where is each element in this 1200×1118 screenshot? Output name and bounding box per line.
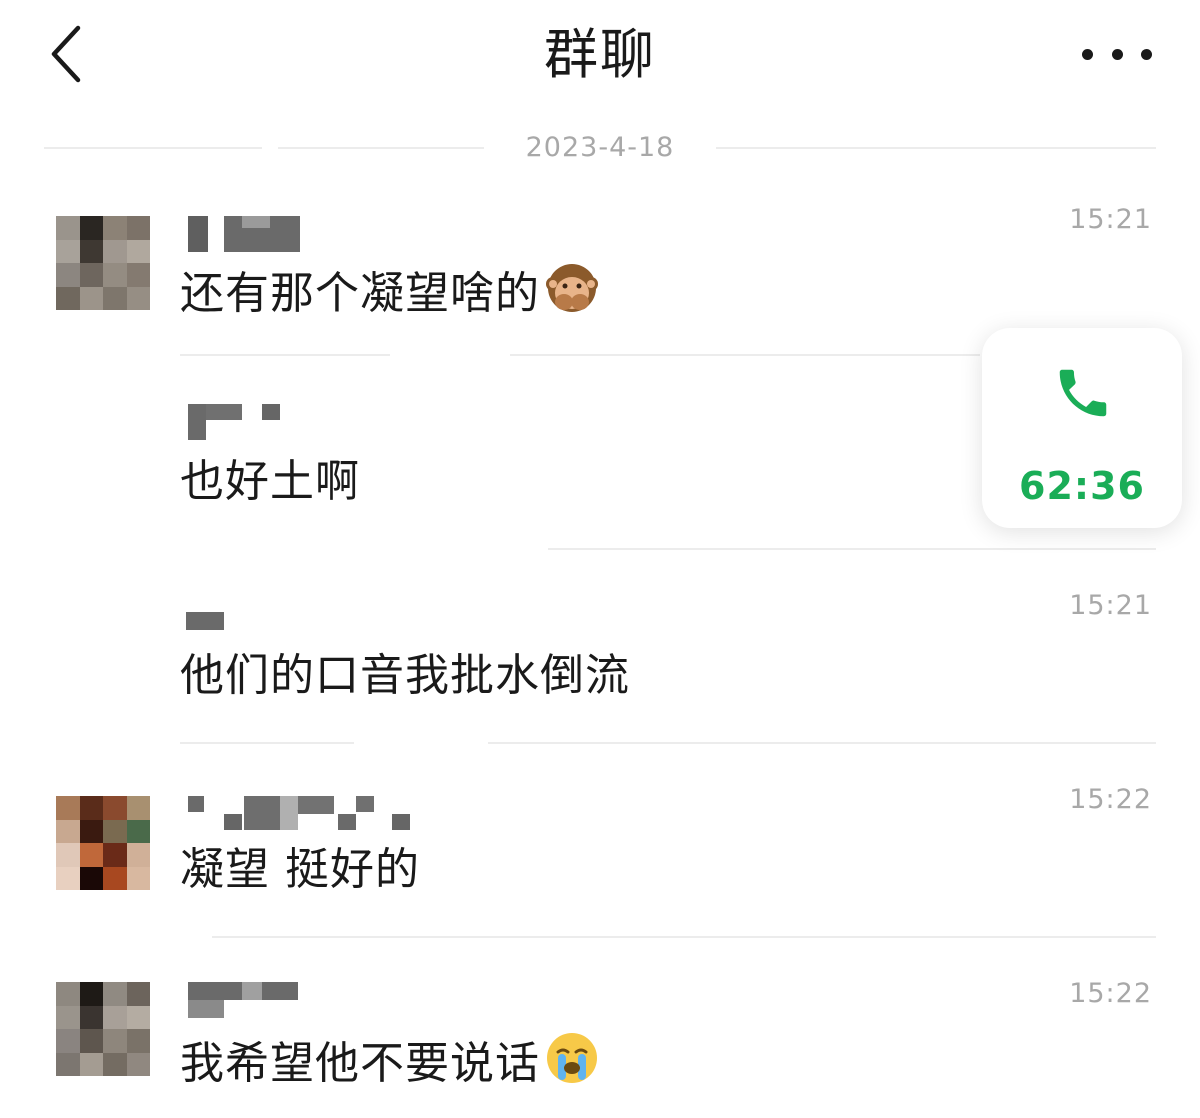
message-separator — [180, 742, 354, 744]
see-no-evil-monkey-emoji — [546, 264, 598, 312]
message-time: 15:21 — [1069, 590, 1152, 621]
page-title: 群聊 — [544, 23, 656, 86]
avatar[interactable] — [56, 216, 150, 310]
call-duration: 62:36 — [1019, 464, 1145, 508]
message-separator — [180, 354, 390, 356]
message-item[interactable]: 他们的口音我批水倒流 15:21 — [0, 586, 1200, 746]
avatar[interactable] — [56, 796, 150, 890]
message-text: 他们的口音我批水倒流 — [180, 650, 630, 701]
message-separator — [212, 936, 1156, 938]
message-separator — [488, 742, 1156, 744]
message-item[interactable]: 凝望 挺好的 15:22 — [0, 780, 1200, 940]
message-text: 还有那个凝望啥的 — [180, 260, 600, 324]
message-separator — [510, 354, 980, 356]
sender-name-blurred — [186, 606, 236, 646]
more-dot — [1141, 48, 1152, 60]
more-button[interactable] — [1082, 36, 1152, 72]
phone-icon — [1059, 369, 1107, 417]
date-divider: 2023-4-18 — [44, 128, 1156, 168]
chat-screen: 群聊 2023-4-18 还有那个凝望啥的 15:21 也好土啊 他们的口音我批… — [0, 0, 1200, 1118]
message-text: 我希望他不要说话 — [180, 1030, 600, 1094]
crying-face-emoji — [547, 1033, 597, 1083]
message-time: 15:22 — [1069, 978, 1152, 1009]
more-dot — [1082, 48, 1093, 60]
avatar[interactable] — [56, 982, 150, 1076]
sender-name-blurred — [186, 796, 416, 836]
message-text-content: 我希望他不要说话 — [180, 1038, 540, 1089]
message-text: 凝望 挺好的 — [180, 844, 420, 895]
message-time: 15:21 — [1069, 204, 1152, 235]
message-separator — [548, 548, 1156, 550]
date-label: 2023-4-18 — [525, 132, 675, 163]
message-item[interactable]: 我希望他不要说话 15:22 — [0, 974, 1200, 1118]
message-text-content: 还有那个凝望啥的 — [180, 268, 540, 319]
message-text: 也好土啊 — [180, 456, 360, 507]
sender-name-blurred — [186, 402, 286, 442]
sender-name-blurred — [186, 216, 306, 256]
more-dot — [1111, 48, 1123, 60]
sender-name-blurred — [186, 982, 306, 1022]
floating-call-widget[interactable]: 62:36 — [982, 328, 1182, 528]
message-time: 15:22 — [1069, 784, 1152, 815]
